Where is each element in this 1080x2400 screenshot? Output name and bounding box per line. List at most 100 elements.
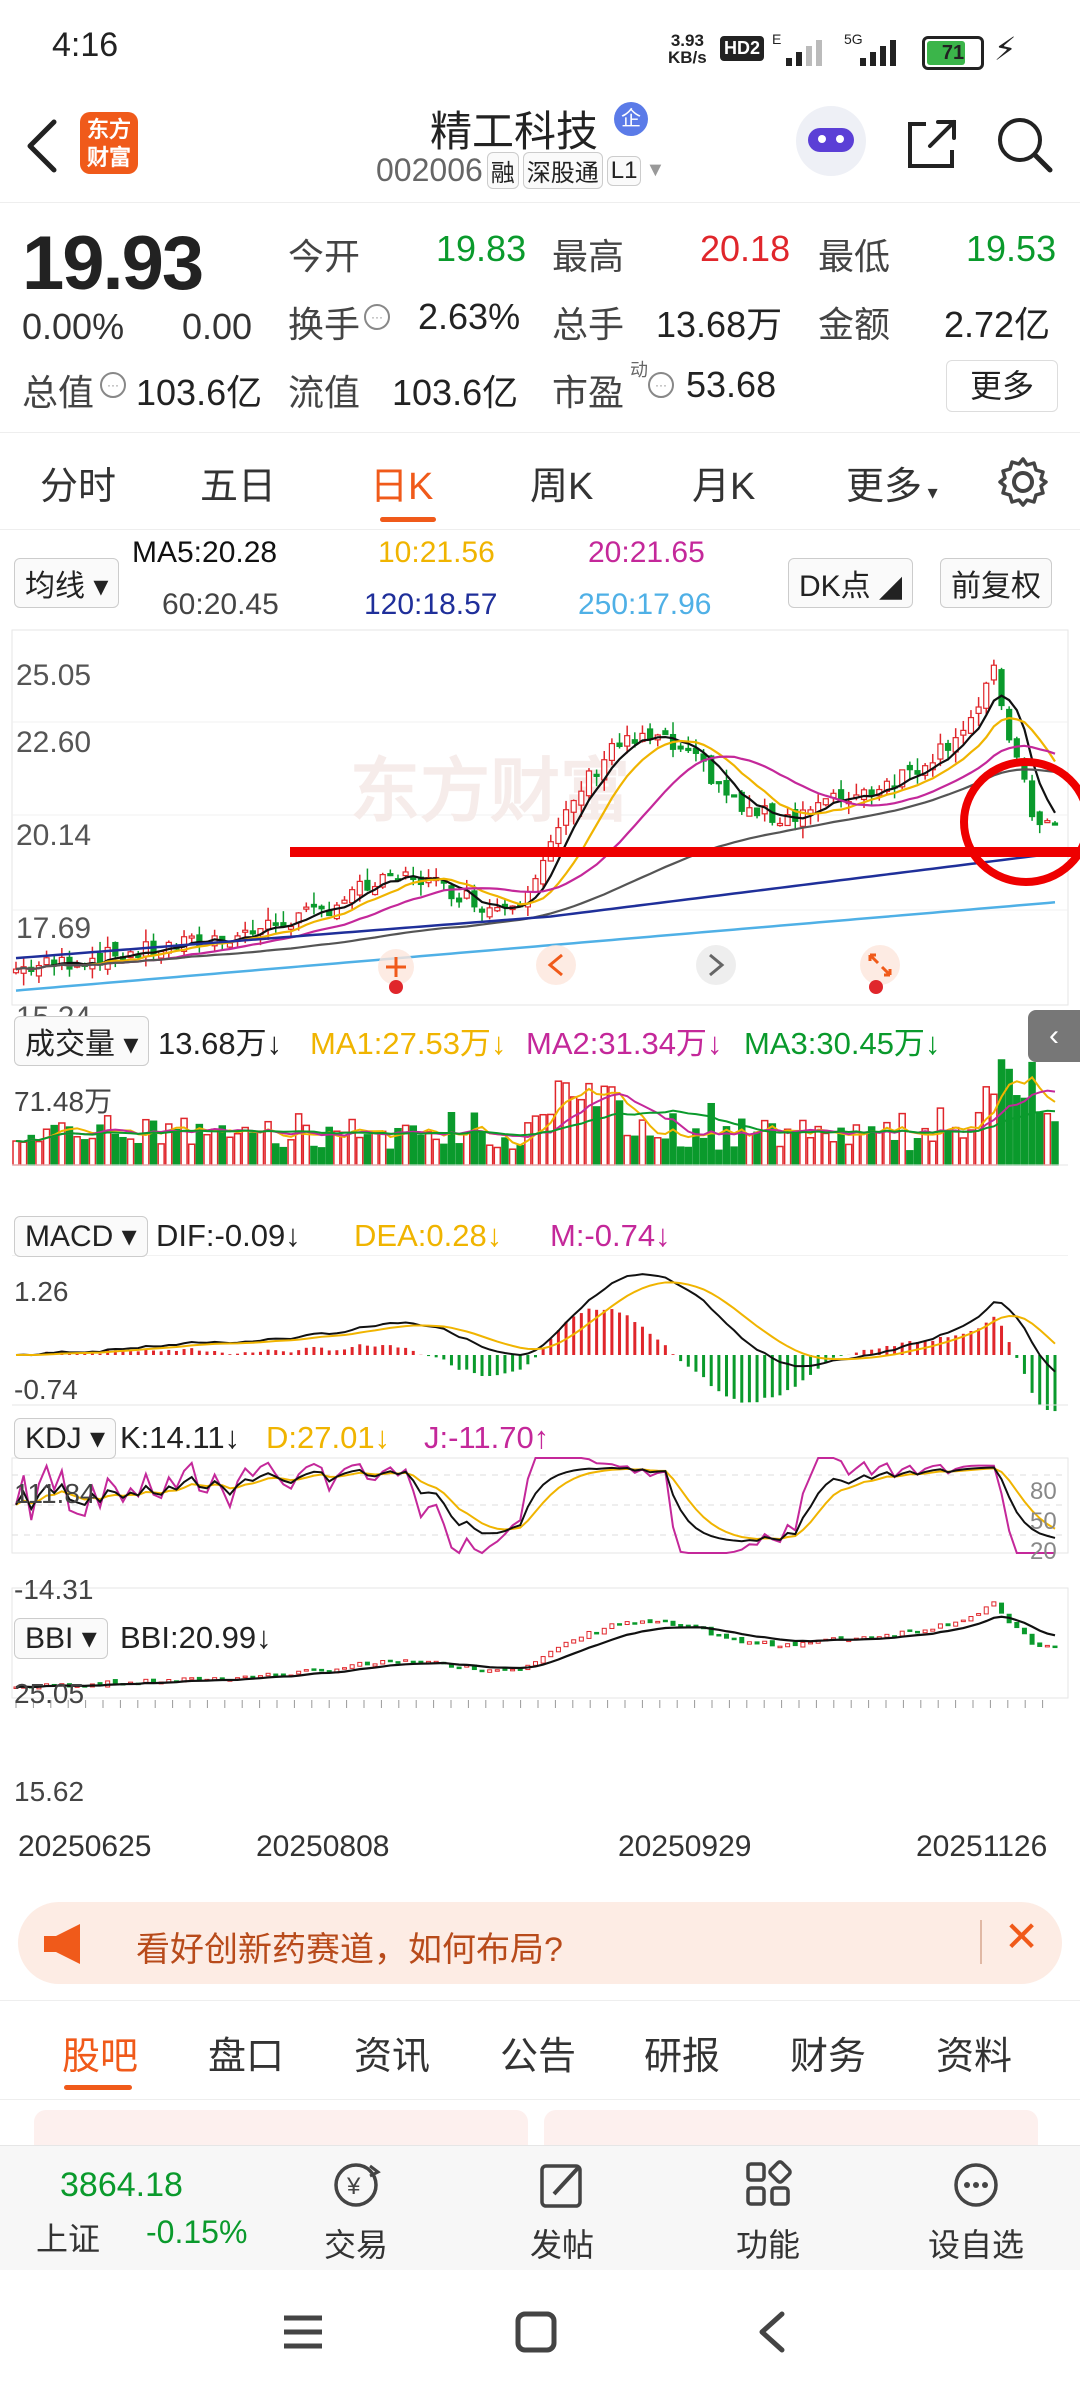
candle	[960, 729, 967, 736]
more-button[interactable]: 更多	[946, 360, 1058, 412]
tab-daily-k[interactable]: 日K	[370, 455, 433, 510]
bbi-candle	[1029, 1633, 1035, 1645]
candle	[349, 889, 356, 904]
bbi-candle	[410, 1660, 416, 1664]
macd-dif-legend: DIF:-0.09↓	[156, 1218, 301, 1253]
bbi-candle	[639, 1620, 645, 1624]
volume-bar	[890, 1139, 899, 1166]
volume-label: 总手	[552, 304, 625, 345]
ma120-legend: 120:18.57	[364, 588, 498, 621]
volume-bar	[1035, 1112, 1044, 1166]
current-price: 19.93	[22, 221, 204, 306]
candle	[387, 873, 394, 877]
volume-bar	[440, 1143, 448, 1166]
bbi-candle	[884, 1633, 890, 1638]
settings-gear-icon[interactable]	[996, 455, 1050, 509]
bbi-candle	[303, 1669, 309, 1672]
volume-bar	[172, 1128, 181, 1166]
candle	[555, 827, 562, 845]
stock-code-row[interactable]: 002006 融 深股通 L1 ▼	[376, 152, 665, 189]
candle	[540, 859, 547, 885]
nav-post[interactable]: 发帖	[492, 2158, 632, 2266]
ma10-legend: 10:21.56	[378, 536, 495, 569]
candle	[562, 809, 570, 826]
volume-bar	[35, 1140, 43, 1166]
tab-guba[interactable]: 股吧	[62, 2025, 138, 2080]
kdj-selector[interactable]: KDJ ▾	[14, 1418, 117, 1459]
volume-bars	[12, 1059, 1059, 1166]
tab-announcements[interactable]: 公告	[500, 2025, 576, 2080]
bbi-candle	[319, 1668, 325, 1672]
volume-bar	[378, 1130, 387, 1166]
info-icon[interactable]: ···	[648, 372, 674, 398]
adjust-button[interactable]: 前复权	[940, 558, 1052, 608]
candle	[593, 773, 600, 777]
tab-intraday[interactable]: 分时	[40, 455, 116, 510]
bbi-candle	[754, 1641, 760, 1645]
info-icon[interactable]: ···	[364, 304, 390, 330]
tab-finance[interactable]: 财务	[790, 2025, 866, 2080]
candle	[723, 780, 730, 796]
candle	[570, 799, 577, 813]
tab-news[interactable]: 资讯	[354, 2025, 430, 2080]
search-icon[interactable]	[992, 112, 1056, 176]
pe-dynamic-mark: 动	[630, 360, 648, 380]
collapse-panel-icon[interactable]: ‹	[1028, 1010, 1080, 1062]
battery-icon: 71	[922, 36, 984, 70]
bbi-candle	[899, 1630, 905, 1637]
trade-icon: ¥	[334, 2163, 381, 2207]
tab-five-day[interactable]: 五日	[200, 455, 276, 510]
volume-bar	[783, 1128, 792, 1166]
volume-bar	[531, 1115, 540, 1166]
menu-icon[interactable]	[278, 2310, 328, 2354]
tab-research[interactable]: 研报	[644, 2025, 720, 2080]
volume-bar	[860, 1131, 868, 1166]
dk-point-button[interactable]: DK点 ◢	[788, 558, 914, 608]
candle	[860, 789, 868, 801]
stock-name: 精工科技	[430, 108, 599, 155]
index-value: 3864.18	[60, 2166, 183, 2204]
volume-bar	[699, 1137, 708, 1166]
kdj-level-20: 20	[1030, 1538, 1057, 1565]
back-icon[interactable]	[22, 116, 62, 176]
share-icon[interactable]	[900, 112, 964, 176]
bbi-selector[interactable]: BBI ▾	[14, 1618, 108, 1659]
tab-profile[interactable]: 资料	[936, 2025, 1012, 2080]
tab-more[interactable]: 更多 ▾	[846, 455, 938, 510]
volume-bar	[470, 1112, 479, 1166]
bbi-candle	[1014, 1621, 1020, 1629]
volume-bar	[791, 1133, 799, 1166]
bbi-candle	[357, 1661, 363, 1667]
turnover-label: 换手	[288, 304, 361, 345]
info-icon[interactable]: ···	[100, 372, 126, 398]
tab-pankou[interactable]: 盘口	[208, 2025, 284, 2080]
volume-bar	[12, 1140, 20, 1166]
volume-bar	[149, 1120, 158, 1166]
high-value: 20.18	[700, 228, 791, 269]
robot-assistant-icon[interactable]	[796, 106, 866, 176]
low-label: 最低	[818, 236, 891, 277]
bbi-candle	[731, 1637, 737, 1641]
nav-trade[interactable]: ¥ 交易	[286, 2158, 426, 2266]
kline-chart-area[interactable]: 东方财富 25.0522.6020.1417.6915.24	[0, 625, 1080, 1895]
svg-text:E: E	[772, 31, 781, 47]
volume-selector[interactable]: 成交量 ▾	[14, 1016, 150, 1066]
eastmoney-logo[interactable]: 东方 财富	[80, 112, 138, 174]
tab-weekly-k[interactable]: 周K	[530, 455, 593, 510]
bbi-candle	[533, 1661, 538, 1666]
date-label: 20250929	[618, 1830, 752, 1863]
macd-selector[interactable]: MACD ▾	[14, 1216, 148, 1257]
date-label: 20250808	[256, 1830, 390, 1863]
back-nav-icon[interactable]	[752, 2308, 792, 2356]
nav-add-watchlist[interactable]: 设自选	[906, 2158, 1046, 2266]
volume-bar	[936, 1107, 945, 1166]
tab-monthly-k[interactable]: 月K	[692, 455, 755, 510]
home-icon[interactable]	[512, 2308, 560, 2356]
volume-bar	[524, 1122, 532, 1166]
nav-functions[interactable]: 功能	[698, 2158, 838, 2266]
close-icon[interactable]: ✕	[1004, 1912, 1039, 1961]
volume-bar	[157, 1143, 165, 1166]
date-label: 20250625	[18, 1830, 152, 1863]
ma-selector[interactable]: 均线 ▾	[14, 558, 120, 608]
promo-banner[interactable]: 看好创新药赛道，如何布局? ✕	[18, 1902, 1062, 1984]
